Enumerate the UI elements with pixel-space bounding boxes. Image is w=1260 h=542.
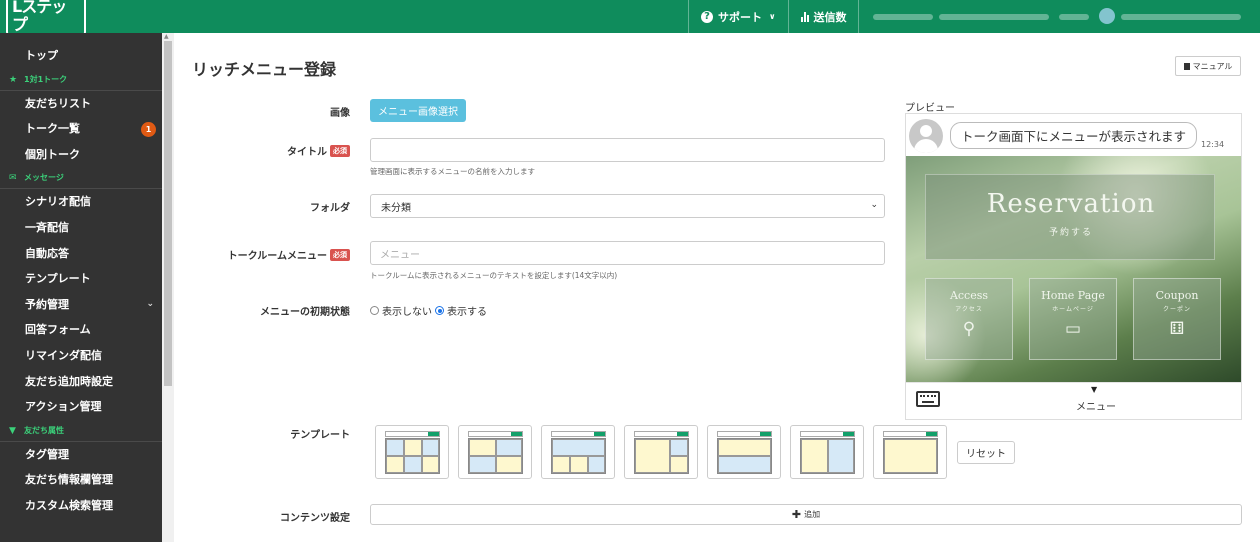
sidebar-header-talk: ★ 1対1トーク — [0, 69, 162, 91]
chat-bubble: トーク画面下にメニューが表示されます — [950, 122, 1198, 149]
title-help: 管理画面に表示するメニューの名前を入力します — [370, 167, 535, 176]
scroll-up-icon[interactable]: ▲ — [164, 33, 169, 40]
page-title: リッチメニュー登録 — [192, 60, 337, 79]
rich-menu-image: Reservation 予約する Access アクセス ⚲ Home Page… — [906, 156, 1241, 382]
sidebar-item-friends-list[interactable]: 友だちリスト — [0, 91, 162, 117]
initial-state-label: メニューの初期状態 — [260, 307, 350, 318]
reservation-banner[interactable]: Reservation 予約する — [925, 174, 1215, 260]
support-label: サポート — [718, 10, 762, 24]
gift-icon: ⚅ — [1169, 319, 1185, 339]
top-bar: Lステップ ? サポート ∨ 送信数 — [0, 0, 1260, 36]
preview-menu-bar: ▼ メニュー — [906, 382, 1241, 419]
folder-label: フォルダ — [310, 203, 350, 214]
logo[interactable]: Lステップ — [6, 0, 86, 36]
caret-down-icon: ▼ — [1091, 385, 1098, 394]
filter-icon: ▼ — [9, 425, 16, 436]
sidebar-item-top[interactable]: トップ — [0, 43, 162, 69]
sidebar-scrollbar[interactable]: ▲ — [162, 33, 174, 542]
access-tile[interactable]: Access アクセス ⚲ — [925, 278, 1013, 360]
initial-state-radios: 表示しない 表示する — [370, 303, 487, 318]
chevron-down-icon: ⌄ — [870, 200, 878, 210]
send-count-link[interactable]: 送信数 — [787, 0, 859, 33]
sidebar-item-reservation[interactable]: 予約管理 ⌄ — [0, 292, 162, 318]
sidebar-item-action[interactable]: アクション管理 — [0, 394, 162, 420]
template-label: テンプレート — [290, 430, 350, 441]
reservation-title: Reservation — [986, 189, 1156, 219]
template-option-1[interactable] — [375, 425, 449, 479]
radio-hide[interactable] — [370, 306, 379, 315]
chevron-down-icon: ∨ — [769, 12, 776, 21]
template-option-5[interactable] — [707, 425, 781, 479]
radio-show-label[interactable]: 表示する — [447, 303, 487, 318]
title-label: タイトル 必須 — [287, 143, 350, 158]
reset-button[interactable]: リセット — [957, 441, 1015, 464]
sidebar-item-template[interactable]: テンプレート — [0, 266, 162, 292]
megaphone-icon: ✉ — [9, 173, 17, 184]
talkroom-menu-input[interactable]: メニュー — [370, 241, 885, 265]
support-menu[interactable]: ? サポート ∨ — [688, 0, 788, 33]
preview-chat: トーク画面下にメニューが表示されます 12:34 — [906, 114, 1241, 156]
reservation-subtitle: 予約する — [1048, 228, 1093, 238]
plus-icon: ✚ — [791, 508, 802, 521]
sidebar-item-tags[interactable]: タグ管理 — [0, 442, 162, 468]
template-option-7[interactable] — [873, 425, 947, 479]
template-option-6[interactable] — [790, 425, 864, 479]
manual-button[interactable]: マニュアル — [1175, 56, 1241, 76]
template-option-3[interactable] — [541, 425, 615, 479]
star-icon: ★ — [9, 74, 18, 85]
template-option-4[interactable] — [624, 425, 698, 479]
sidebar-item-friend-add-settings[interactable]: 友だち追加時設定 — [0, 369, 162, 395]
account-menu[interactable] — [858, 0, 1260, 33]
sidebar-header-message: ✉ メッセージ — [0, 167, 162, 190]
sidebar-item-scenario[interactable]: シナリオ配信 — [0, 189, 162, 215]
blurred-text — [1059, 14, 1089, 20]
sidebar-item-reminder[interactable]: リマインダ配信 — [0, 343, 162, 369]
sidebar-item-friend-info[interactable]: 友だち情報欄管理 — [0, 467, 162, 493]
required-badge: 必須 — [330, 248, 350, 261]
sidebar-item-talk-list[interactable]: トーク一覧 1 — [0, 116, 162, 142]
sidebar-item-broadcast[interactable]: 一斉配信 — [0, 215, 162, 241]
top-nav: ? サポート ∨ 送信数 — [688, 0, 859, 33]
bar-chart-icon — [800, 11, 809, 22]
folder-select[interactable]: 未分類 ⌄ — [370, 194, 885, 218]
account-avatar — [1099, 8, 1115, 24]
add-content-button[interactable]: ✚ 追加 — [370, 504, 1242, 525]
homepage-tile[interactable]: Home Page ホームページ ▭ — [1029, 278, 1117, 360]
pin-icon: ⚲ — [962, 319, 976, 339]
radio-hide-label[interactable]: 表示しない — [382, 303, 432, 318]
template-list — [375, 425, 947, 479]
sidebar-item-individual-talk[interactable]: 個別トーク — [0, 142, 162, 168]
required-badge: 必須 — [330, 144, 350, 157]
talkroom-menu-label: トークルームメニュー 必須 — [228, 247, 350, 262]
template-option-2[interactable] — [458, 425, 532, 479]
preview-label: プレビュー — [905, 103, 955, 114]
unread-badge: 1 — [141, 122, 156, 138]
book-icon — [1183, 62, 1190, 70]
contents-label: コンテンツ設定 — [280, 513, 350, 524]
talkroom-menu-help: トークルームに表示されるメニューのテキストを設定します(14文字以内) — [370, 271, 618, 280]
blurred-text — [873, 14, 933, 20]
blurred-text — [1121, 14, 1241, 20]
chevron-down-icon: ⌄ — [146, 298, 154, 309]
preview-menu-label: メニュー — [1076, 402, 1116, 413]
sidebar-item-answer-form[interactable]: 回答フォーム — [0, 317, 162, 343]
image-label: 画像 — [330, 108, 350, 119]
laptop-icon: ▭ — [1064, 319, 1082, 339]
sidebar-header-attributes: ▼ 友だち属性 — [0, 420, 162, 442]
send-count-label: 送信数 — [813, 10, 847, 24]
scrollbar-thumb[interactable] — [164, 41, 172, 386]
preview-phone: トーク画面下にメニューが表示されます 12:34 Reservation 予約す… — [905, 113, 1242, 420]
sidebar: トップ ★ 1対1トーク 友だちリスト トーク一覧 1 個別トーク ✉ メッセージ シ… — [0, 33, 162, 542]
radio-show[interactable] — [435, 306, 444, 315]
sidebar-item-auto-reply[interactable]: 自動応答 — [0, 241, 162, 267]
chat-time: 12:34 — [1201, 140, 1225, 149]
avatar — [909, 119, 943, 153]
select-menu-image-button[interactable]: メニュー画像選択 — [370, 99, 466, 122]
coupon-tile[interactable]: Coupon クーポン ⚅ — [1133, 278, 1221, 360]
blurred-text — [939, 14, 1049, 20]
title-input[interactable] — [370, 138, 885, 162]
sidebar-item-custom-search[interactable]: カスタム検索管理 — [0, 493, 162, 519]
help-icon: ? — [701, 10, 713, 23]
